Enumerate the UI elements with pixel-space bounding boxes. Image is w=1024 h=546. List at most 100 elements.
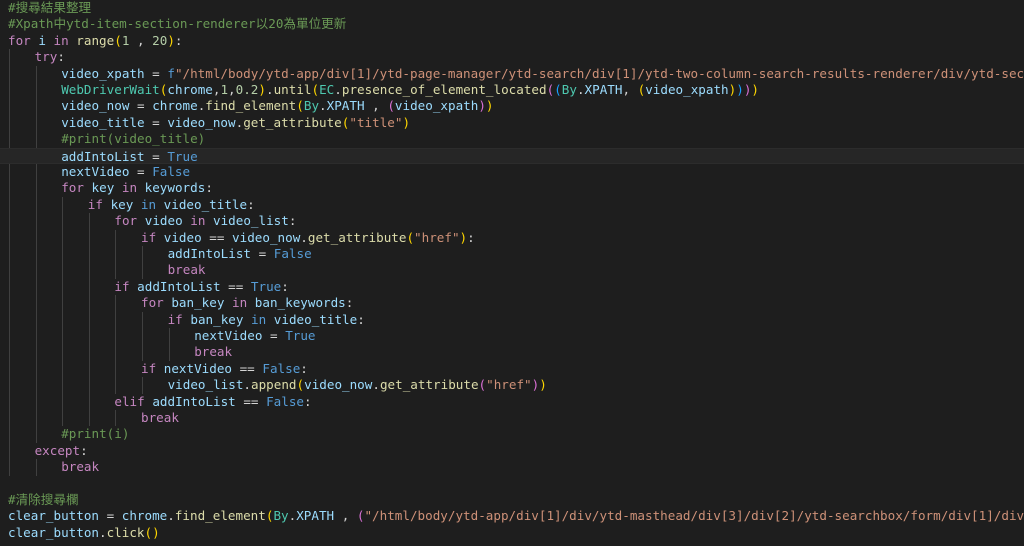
code-line[interactable]: except: [0,443,1024,459]
code-line[interactable]: addIntoList = True [0,147,1024,164]
code-line[interactable]: if video == video_now.get_attribute("hre… [0,230,1024,246]
token-comment: #Xpath中ytd-item-section-renderer以20為單位更新 [8,16,347,32]
token-operator: . [265,82,274,97]
code-line[interactable]: for ban_key in ban_keywords: [0,295,1024,311]
token-identifier: key [110,196,134,212]
token-operator [205,213,213,228]
code-line[interactable]: addIntoList = False [0,246,1024,262]
code-line[interactable]: clear_button = chrome.find_element(By.XP… [0,508,1024,524]
code-line[interactable]: if key in video_title: [0,197,1024,213]
token-function: presence_of_element_located [341,82,547,97]
token-identifier: clear_button [8,508,99,524]
code-line[interactable]: #搜尋結果整理 [0,0,1024,16]
token-keyword: for [114,213,138,229]
token-operator: = [144,65,168,81]
code-line[interactable]: break [0,262,1024,278]
token-operator: . [334,82,342,97]
token-operator [46,33,54,48]
code-line[interactable]: if addIntoList == True: [0,279,1024,295]
token-string: "/html/body/ytd-app/div[1]/ytd-page-mana… [174,65,1024,81]
token-keyword: except [34,442,81,458]
token-constant: in [140,196,157,212]
code-line[interactable]: nextVideo = False [0,164,1024,180]
code-line[interactable]: for video in video_list: [0,213,1024,229]
token-keyword: if [141,229,157,245]
token-identifier: XPATH [584,82,623,97]
token-operator [137,213,145,228]
token-comment: #搜尋結果整理 [8,0,92,15]
token-bracket: ( [144,524,153,540]
token-identifier: nextVideo [163,360,233,376]
token-bracket: ( [296,377,305,393]
token-operator [247,295,255,310]
code-line[interactable]: break [0,344,1024,360]
token-bracket: ) [485,98,494,114]
code-line[interactable]: break [0,459,1024,475]
code-line[interactable]: for i in range(1 , 20): [0,33,1024,49]
token-identifier: video_xpath [645,82,729,97]
code-line[interactable]: nextVideo = True [0,328,1024,344]
code-line[interactable]: if ban_key in video_title: [0,312,1024,328]
token-bracket: ) [539,377,547,393]
token-identifier: chrome [152,98,198,114]
token-number: 20 [152,32,168,48]
token-identifier: nextVideo [194,328,263,343]
token-keyword: break [167,262,206,278]
token-function: find_element [205,98,297,114]
token-constant: in [251,311,267,327]
code-line[interactable]: video_list.append(video_now.get_attribut… [0,377,1024,393]
code-line[interactable]: if nextVideo == False: [0,361,1024,377]
token-operator: : [288,213,297,229]
token-operator: . [243,377,252,393]
token-identifier: key [91,180,115,196]
token-identifier: video [144,213,183,229]
token-operator: . [372,377,380,393]
code-editor[interactable]: #搜尋結果整理 #Xpath中ytd-item-section-renderer以… [0,0,1024,546]
token-keyword: in [121,180,138,196]
token-bracket: ) [258,82,266,97]
token-keyword: for [61,180,84,196]
token-operator: : [281,278,289,294]
code-line[interactable]: video_now = chrome.find_element(By.XPATH… [0,98,1024,114]
code-line[interactable]: #print(i) [0,426,1024,442]
code-line[interactable]: video_title = video_now.get_attribute("t… [0,115,1024,131]
token-operator: == [232,360,263,376]
token-operator: = [144,114,168,130]
code-line[interactable]: #Xpath中ytd-item-section-renderer以20為單位更新 [0,16,1024,32]
code-line[interactable]: #print(video_title) [0,131,1024,147]
token-constant: True [250,278,282,294]
token-operator: = [99,508,122,524]
code-line[interactable]: break [0,410,1024,426]
token-operator: , [622,82,638,97]
code-line[interactable]: #清除搜尋欄 [0,492,1024,508]
token-operator: == [235,393,267,409]
code-line[interactable]: elif addIntoList == False: [0,394,1024,410]
code-line[interactable]: try: [0,49,1024,65]
token-bracket: ) [751,82,759,97]
token-constant: False [266,393,304,409]
token-identifier: clear_button [8,524,99,540]
token-operator: , [334,508,357,524]
token-constant: True [285,328,316,343]
token-identifier: nextVideo [61,164,130,179]
token-function: range [76,32,115,48]
token-identifier: chrome [167,82,213,97]
token-function: find_element [174,508,266,524]
token-operator: = [262,328,286,343]
token-operator: : [205,180,213,196]
code-line[interactable]: for key in keywords: [0,180,1024,196]
token-class: EC [319,82,335,97]
code-line[interactable] [0,476,1024,492]
code-line[interactable]: WebDriverWait(chrome,1,0.2).until(EC.pre… [0,82,1024,98]
token-class: By [303,98,320,114]
token-bracket: ( [296,98,304,114]
token-keyword: break [141,410,179,425]
token-comment: #清除搜尋欄 [8,492,79,507]
token-keyword: in [232,295,248,311]
token-bracket: ( [478,377,487,393]
code-line[interactable]: clear_button.click() [0,525,1024,541]
token-function: get_attribute [379,377,479,393]
token-identifier: addIntoList [137,278,221,294]
token-keyword: try [34,49,58,65]
code-line[interactable]: video_xpath = f"/html/body/ytd-app/div[1… [0,66,1024,82]
